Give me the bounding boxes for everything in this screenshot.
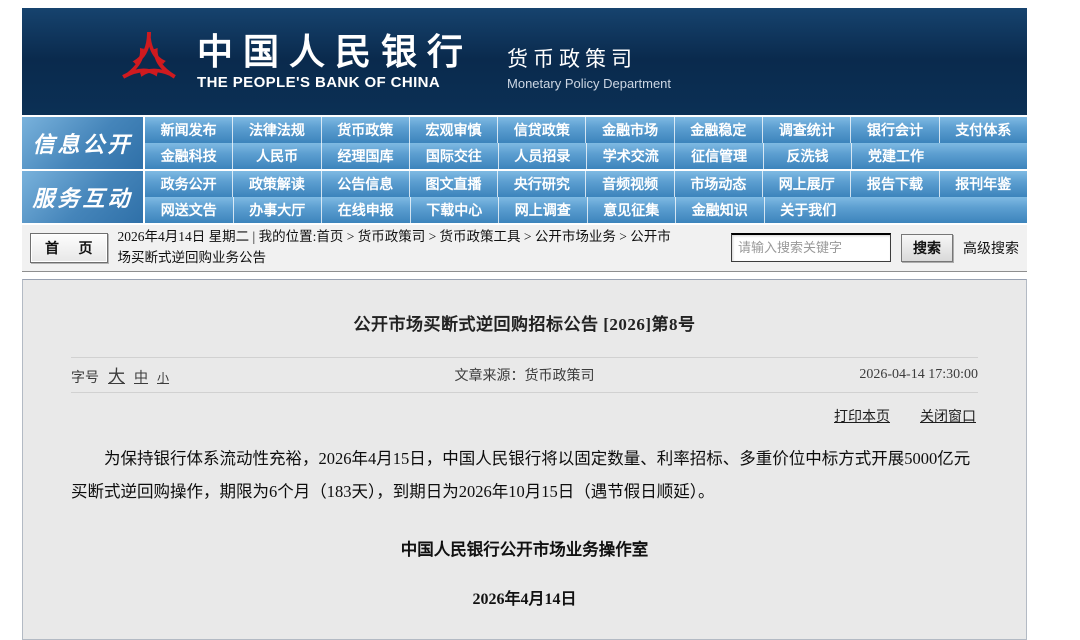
department-brand: 货币政策司 Monetary Policy Department — [507, 33, 671, 91]
close-window-link[interactable]: 关闭窗口 — [920, 406, 976, 426]
search-area: 搜索 高级搜索 — [731, 233, 1019, 262]
nav-item[interactable]: 金融稳定 — [674, 117, 762, 143]
article-actions: 打印本页 关闭窗口 — [71, 393, 978, 426]
nav-item[interactable]: 宏观审慎 — [409, 117, 497, 143]
search-input[interactable] — [731, 233, 891, 262]
nav-item[interactable]: 网上展厅 — [762, 171, 850, 197]
nav-item[interactable]: 政务公开 — [145, 171, 232, 197]
home-button[interactable]: 首 页 — [30, 233, 108, 263]
article-source: 文章来源：货币政策司 — [373, 365, 675, 385]
font-size-small-button[interactable]: 小 — [157, 369, 169, 386]
nav-filler — [940, 143, 1027, 169]
nav-item[interactable]: 经理国库 — [321, 143, 409, 169]
nav-item[interactable]: 金融科技 — [145, 143, 232, 169]
search-button[interactable]: 搜索 — [901, 234, 953, 262]
page-title: 公开市场买断式逆回购招标公告 [2026]第8号 — [71, 280, 978, 335]
article-meta-row: 字号 大 中 小 文章来源：货币政策司 2026-04-14 17:30:00 — [71, 357, 978, 393]
font-size-large-button[interactable]: 大 — [108, 362, 125, 387]
nav-rows: 政务公开政策解读公告信息图文直播央行研究音频视频市场动态网上展厅报告下载报刊年鉴… — [145, 171, 1027, 223]
department-name-cn: 货币政策司 — [507, 43, 671, 73]
nav-item[interactable]: 反洗钱 — [763, 143, 851, 169]
article-signature: 中国人民银行公开市场业务操作室 — [71, 536, 978, 560]
nav-item[interactable]: 国际交往 — [409, 143, 497, 169]
nav-row: 金融科技人民币经理国库国际交往人员招录学术交流征信管理反洗钱党建工作 — [145, 143, 1027, 169]
nav-item[interactable]: 音频视频 — [585, 171, 673, 197]
nav-item[interactable]: 法律法规 — [232, 117, 320, 143]
breadcrumb-bar: 首 页 2026年4月14日 星期二 | 我的位置:首页 > 货币政策司 > 货… — [22, 225, 1027, 272]
pboc-logo-icon: 人 人 人 — [117, 29, 181, 95]
nav-item[interactable]: 新闻发布 — [145, 117, 232, 143]
nav-item[interactable]: 政策解读 — [232, 171, 320, 197]
nav-item[interactable]: 下载中心 — [410, 197, 499, 223]
nav-item[interactable]: 报刊年鉴 — [939, 171, 1027, 197]
nav-item[interactable]: 支付体系 — [939, 117, 1027, 143]
nav-section-service: 服务互动 政务公开政策解读公告信息图文直播央行研究音频视频市场动态网上展厅报告下… — [22, 171, 1027, 223]
page: 人 人 人 中国人民银行 THE PEOPLE'S BANK OF CHINA … — [22, 8, 1027, 640]
nav-item[interactable]: 金融市场 — [585, 117, 673, 143]
nav-item[interactable]: 网上调查 — [498, 197, 587, 223]
nav-item[interactable]: 信贷政策 — [497, 117, 585, 143]
nav-item[interactable]: 人民币 — [232, 143, 320, 169]
advanced-search-link[interactable]: 高级搜索 — [963, 238, 1019, 258]
font-size-medium-button[interactable]: 中 — [134, 367, 148, 387]
nav-filler — [852, 197, 1027, 223]
nav-item[interactable]: 办事大厅 — [233, 197, 322, 223]
nav-label-service-interaction[interactable]: 服务互动 — [22, 171, 143, 223]
nav-item[interactable]: 学术交流 — [586, 143, 674, 169]
article-panel: 公开市场买断式逆回购招标公告 [2026]第8号 字号 大 中 小 文章来源：货… — [22, 279, 1027, 640]
nav-rows: 新闻发布法律法规货币政策宏观审慎信贷政策金融市场金融稳定调查统计银行会计支付体系… — [145, 117, 1027, 169]
nav-row: 新闻发布法律法规货币政策宏观审慎信贷政策金融市场金融稳定调查统计银行会计支付体系 — [145, 117, 1027, 143]
nav-item[interactable]: 央行研究 — [497, 171, 585, 197]
bank-brand: 中国人民银行 THE PEOPLE'S BANK OF CHINA — [197, 32, 473, 90]
nav-item[interactable]: 货币政策 — [321, 117, 409, 143]
nav-item[interactable]: 报告下载 — [850, 171, 938, 197]
nav-item[interactable]: 图文直播 — [409, 171, 497, 197]
nav-item[interactable]: 网送文告 — [145, 197, 233, 223]
department-name-en: Monetary Policy Department — [507, 76, 671, 91]
nav-item[interactable]: 党建工作 — [851, 143, 939, 169]
bank-name-en: THE PEOPLE'S BANK OF CHINA — [197, 74, 473, 91]
nav-row: 政务公开政策解读公告信息图文直播央行研究音频视频市场动态网上展厅报告下载报刊年鉴 — [145, 171, 1027, 197]
bank-name-cn: 中国人民银行 — [197, 32, 473, 73]
nav-item[interactable]: 调查统计 — [762, 117, 850, 143]
breadcrumb[interactable]: 2026年4月14日 星期二 | 我的位置:首页 > 货币政策司 > 货币政策工… — [118, 227, 680, 269]
nav-item[interactable]: 人员招录 — [498, 143, 586, 169]
nav-label-info-disclosure[interactable]: 信息公开 — [22, 117, 143, 169]
print-page-link[interactable]: 打印本页 — [834, 406, 890, 426]
nav-item[interactable]: 银行会计 — [850, 117, 938, 143]
font-size-control: 字号 大 中 小 — [71, 362, 373, 387]
site-banner: 人 人 人 中国人民银行 THE PEOPLE'S BANK OF CHINA … — [22, 8, 1027, 115]
nav-item[interactable]: 金融知识 — [675, 197, 764, 223]
nav-item[interactable]: 意见征集 — [587, 197, 676, 223]
nav-item[interactable]: 市场动态 — [674, 171, 762, 197]
nav-item[interactable]: 征信管理 — [674, 143, 762, 169]
nav-row: 网送文告办事大厅在线申报下载中心网上调查意见征集金融知识关于我们 — [145, 197, 1027, 223]
nav-item[interactable]: 在线申报 — [321, 197, 410, 223]
article-date: 2026年4月14日 — [71, 585, 978, 609]
font-size-label: 字号 — [71, 367, 99, 387]
nav-item[interactable]: 关于我们 — [764, 197, 853, 223]
article-body: 为保持银行体系流动性充裕，2026年4月15日，中国人民银行将以固定数量、利率招… — [71, 442, 978, 508]
nav-section-info: 信息公开 新闻发布法律法规货币政策宏观审慎信贷政策金融市场金融稳定调查统计银行会… — [22, 117, 1027, 169]
article-datetime: 2026-04-14 17:30:00 — [676, 367, 978, 383]
nav-item[interactable]: 公告信息 — [321, 171, 409, 197]
